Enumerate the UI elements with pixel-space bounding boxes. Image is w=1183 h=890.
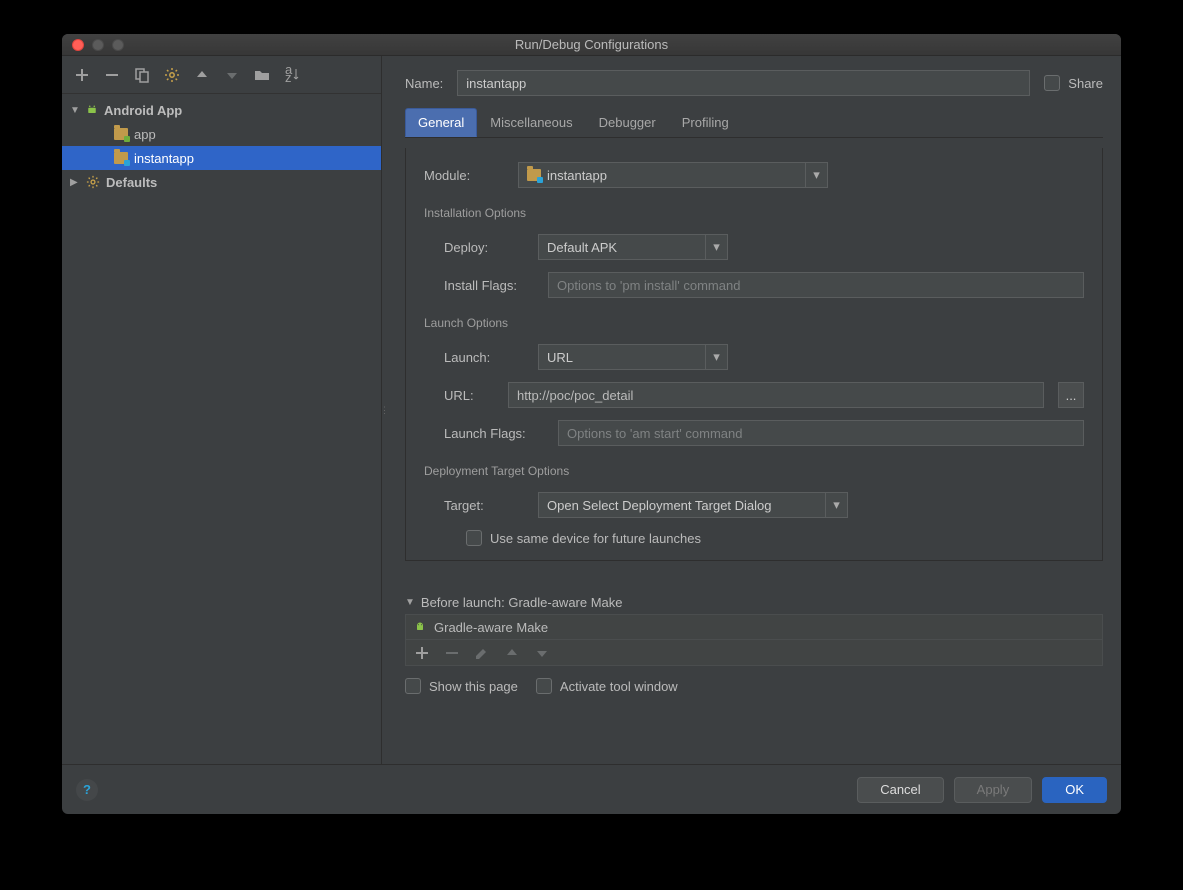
- move-down-icon: [224, 67, 240, 83]
- same-device-option[interactable]: Use same device for future launches: [466, 530, 1084, 546]
- url-input[interactable]: [508, 382, 1044, 408]
- tab-debugger[interactable]: Debugger: [586, 108, 669, 137]
- module-app-icon: [114, 128, 128, 140]
- before-launch-header: Before launch: Gradle-aware Make: [421, 595, 623, 610]
- tree-node-label: Defaults: [106, 175, 157, 190]
- tree-item-label: instantapp: [134, 151, 194, 166]
- expand-arrow-icon[interactable]: ▼: [405, 597, 415, 608]
- module-instantapp-icon: [114, 152, 128, 164]
- share-option[interactable]: Share: [1044, 75, 1103, 91]
- window-title: Run/Debug Configurations: [62, 37, 1121, 52]
- sidebar-toolbar: az: [62, 56, 381, 94]
- name-input[interactable]: [457, 70, 1030, 96]
- settings-icon[interactable]: [164, 67, 180, 83]
- launch-flags-label: Launch Flags:: [444, 426, 544, 441]
- cancel-button[interactable]: Cancel: [857, 777, 943, 803]
- url-browse-button[interactable]: ...: [1058, 382, 1084, 408]
- share-label: Share: [1068, 76, 1103, 91]
- deploy-value: Default APK: [547, 240, 617, 255]
- launch-select[interactable]: URL ▾: [538, 344, 728, 370]
- ok-button[interactable]: OK: [1042, 777, 1107, 803]
- launch-label: Launch:: [444, 350, 524, 365]
- install-section-header: Installation Options: [424, 206, 1084, 220]
- deployment-section-header: Deployment Target Options: [424, 464, 1084, 478]
- before-launch-item[interactable]: Gradle-aware Make: [406, 615, 1102, 639]
- move-up-icon[interactable]: [194, 67, 210, 83]
- url-label: URL:: [444, 388, 494, 403]
- remove-config-icon[interactable]: [104, 67, 120, 83]
- android-icon: [414, 621, 426, 633]
- copy-config-icon[interactable]: [134, 67, 150, 83]
- activate-tool-option[interactable]: Activate tool window: [536, 678, 678, 694]
- tree-node-android-app[interactable]: ▼ Android App: [62, 98, 381, 122]
- activate-tool-label: Activate tool window: [560, 679, 678, 694]
- launch-flags-input[interactable]: [558, 420, 1084, 446]
- collapse-arrow-icon: ▶: [70, 177, 80, 188]
- dialog-window: Run/Debug Configurations az ▼: [62, 34, 1121, 814]
- edit-task-icon: [474, 645, 490, 661]
- module-icon: [527, 169, 541, 181]
- module-label: Module:: [424, 168, 504, 183]
- show-page-option[interactable]: Show this page: [405, 678, 518, 694]
- show-page-checkbox[interactable]: [405, 678, 421, 694]
- module-value: instantapp: [547, 168, 607, 183]
- module-select[interactable]: instantapp ▾: [518, 162, 828, 188]
- tab-profiling[interactable]: Profiling: [669, 108, 742, 137]
- titlebar: Run/Debug Configurations: [62, 34, 1121, 56]
- same-device-label: Use same device for future launches: [490, 531, 701, 546]
- tree-node-label: Android App: [104, 103, 182, 118]
- help-button[interactable]: ?: [76, 779, 98, 801]
- chevron-down-icon: ▾: [805, 163, 827, 187]
- tree-item-app[interactable]: app: [62, 122, 381, 146]
- name-label: Name:: [405, 76, 443, 91]
- chevron-down-icon: ▾: [705, 235, 727, 259]
- tree-item-label: app: [134, 127, 156, 142]
- target-value: Open Select Deployment Target Dialog: [547, 498, 772, 513]
- deploy-label: Deploy:: [444, 240, 524, 255]
- share-checkbox[interactable]: [1044, 75, 1060, 91]
- svg-text:z: z: [285, 70, 292, 83]
- chevron-down-icon: ▾: [825, 493, 847, 517]
- gear-icon: [86, 175, 100, 189]
- before-launch-section: ▼ Before launch: Gradle-aware Make Gradl…: [405, 595, 1103, 694]
- move-task-up-icon: [504, 645, 520, 661]
- install-flags-label: Install Flags:: [444, 278, 534, 293]
- move-task-down-icon: [534, 645, 550, 661]
- sidebar: az ▼ Android App app instantapp: [62, 56, 382, 764]
- tree-item-instantapp[interactable]: instantapp: [62, 146, 381, 170]
- before-launch-toolbar: [406, 639, 1102, 665]
- activate-tool-checkbox[interactable]: [536, 678, 552, 694]
- before-launch-list: Gradle-aware Make: [405, 614, 1103, 666]
- remove-task-icon: [444, 645, 460, 661]
- show-page-label: Show this page: [429, 679, 518, 694]
- launch-value: URL: [547, 350, 573, 365]
- dialog-footer: ? Cancel Apply OK: [62, 764, 1121, 814]
- folder-icon[interactable]: [254, 67, 270, 83]
- expand-arrow-icon: ▼: [70, 105, 80, 116]
- tab-miscellaneous[interactable]: Miscellaneous: [477, 108, 585, 137]
- sort-alpha-icon[interactable]: az: [284, 67, 300, 83]
- config-tree: ▼ Android App app instantapp ▶: [62, 94, 381, 764]
- launch-section-header: Launch Options: [424, 316, 1084, 330]
- install-flags-input[interactable]: [548, 272, 1084, 298]
- same-device-checkbox[interactable]: [466, 530, 482, 546]
- target-label: Target:: [444, 498, 524, 513]
- add-config-icon[interactable]: [74, 67, 90, 83]
- tree-node-defaults[interactable]: ▶ Defaults: [62, 170, 381, 194]
- chevron-down-icon: ▾: [705, 345, 727, 369]
- general-panel: Module: instantapp ▾ Installation Option…: [405, 148, 1103, 561]
- android-icon: [86, 104, 98, 116]
- before-launch-item-label: Gradle-aware Make: [434, 620, 548, 635]
- deploy-select[interactable]: Default APK ▾: [538, 234, 728, 260]
- tabs: General Miscellaneous Debugger Profiling: [405, 108, 1103, 138]
- add-task-icon[interactable]: [414, 645, 430, 661]
- main-panel: Name: Share General Miscellaneous Debugg…: [387, 56, 1121, 764]
- tab-general[interactable]: General: [405, 108, 477, 137]
- target-select[interactable]: Open Select Deployment Target Dialog ▾: [538, 492, 848, 518]
- apply-button: Apply: [954, 777, 1033, 803]
